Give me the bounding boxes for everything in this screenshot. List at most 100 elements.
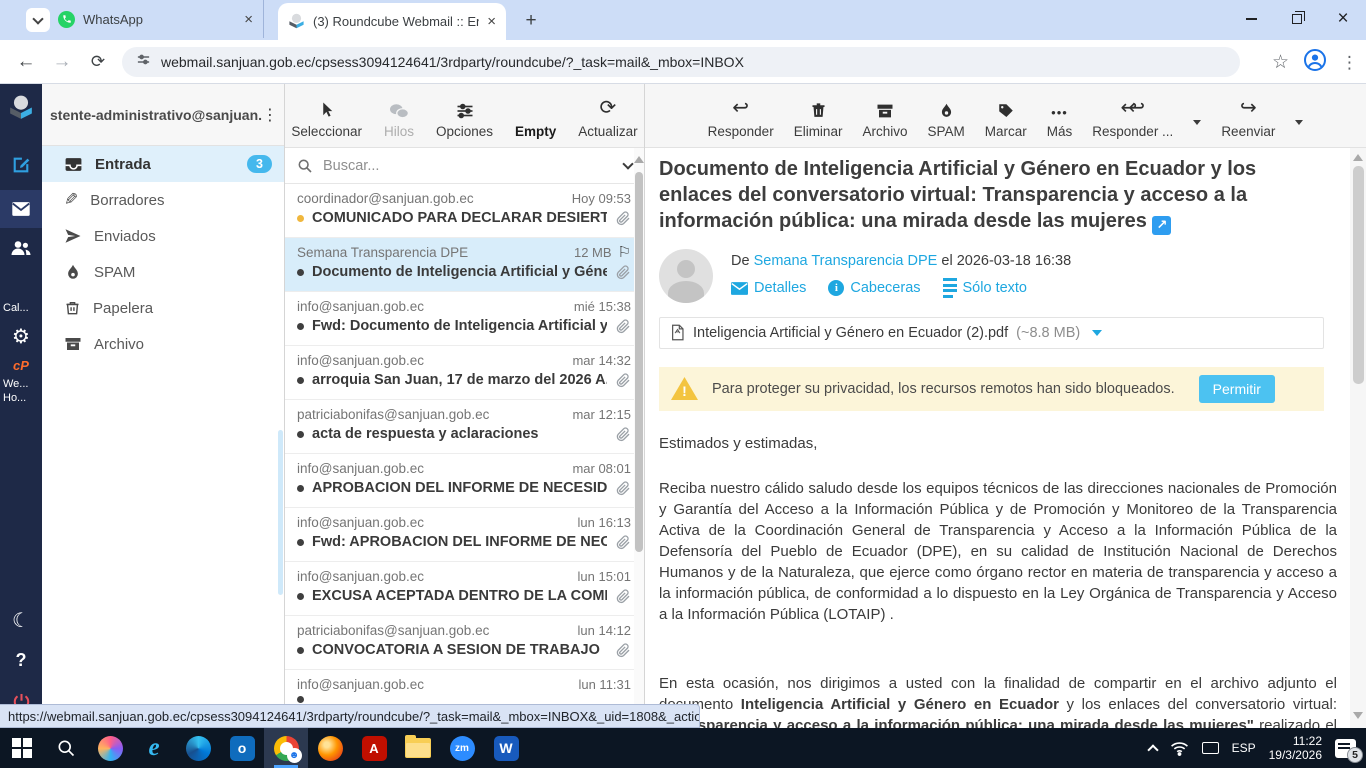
sidebar-item-inbox[interactable]: Entrada 3 <box>42 146 284 182</box>
sidebar-item-trash[interactable]: Papelera <box>42 290 284 326</box>
message-list-item[interactable]: coordinador@sanjuan.gob.ecHoy 09:53 COMU… <box>285 184 637 238</box>
threads-button[interactable]: Hilos <box>384 98 414 139</box>
cpanel-icon[interactable]: cP <box>0 358 42 373</box>
close-icon[interactable]: × <box>244 11 253 28</box>
plaintext-link[interactable]: Sólo texto <box>943 278 1028 298</box>
sender-link[interactable]: Semana Transparencia DPE <box>754 253 938 269</box>
taskbar-outlook-button[interactable]: o <box>220 728 264 768</box>
profile-avatar-icon[interactable] <box>1303 48 1327 77</box>
taskbar-explorer-button[interactable] <box>396 728 440 768</box>
headers-link[interactable]: i Cabeceras <box>828 280 920 296</box>
tray-expand-icon[interactable] <box>1147 744 1158 755</box>
folder-label: Borradores <box>90 192 164 209</box>
empty-button[interactable]: Empty <box>515 98 556 139</box>
sidebar-item-drafts[interactable]: ✎ Borradores <box>42 182 284 218</box>
scroll-down-icon[interactable] <box>1353 712 1363 719</box>
language-indicator[interactable]: ESP <box>1232 741 1256 755</box>
message-list-item[interactable]: info@sanjuan.gob.eclun 16:13 Fwd: APROBA… <box>285 508 637 562</box>
reload-button[interactable]: ⟳ <box>84 48 112 76</box>
archive-button[interactable]: Archivo <box>862 98 907 139</box>
tab-search-button[interactable] <box>26 8 50 32</box>
sliders-icon <box>455 98 475 120</box>
taskbar-search-button[interactable] <box>44 728 88 768</box>
calendar-nav-label[interactable]: Cal... <box>0 302 42 314</box>
attachment-paperclip-icon <box>615 264 631 280</box>
new-tab-button[interactable]: + <box>518 8 544 34</box>
delete-button[interactable]: Eliminar <box>794 98 843 139</box>
message-list-item[interactable]: info@sanjuan.gob.ecmar 08:01 APROBACION … <box>285 454 637 508</box>
webmail-home-label-line2[interactable]: Ho... <box>0 392 42 404</box>
reply-button[interactable]: ↩ Responder <box>708 98 774 139</box>
taskbar-word-button[interactable]: W <box>484 728 528 768</box>
site-settings-icon[interactable] <box>136 52 151 72</box>
message-list-item[interactable]: info@sanjuan.gob.ecmié 15:38 Fwd: Docume… <box>285 292 637 346</box>
close-icon[interactable]: × <box>487 13 496 30</box>
forward-dropdown-icon[interactable] <box>1295 120 1303 125</box>
message-list-item[interactable]: patriciabonifas@sanjuan.gob.ecmar 12:15 … <box>285 400 637 454</box>
notification-center-icon[interactable]: 5 <box>1335 739 1356 758</box>
start-button[interactable] <box>0 728 44 768</box>
minimize-button[interactable] <box>1228 0 1274 38</box>
body-paragraph: En esta ocasión, nos dirigimos a usted c… <box>659 673 1337 729</box>
attachment-bar[interactable]: Inteligencia Artificial y Género en Ecua… <box>659 317 1324 349</box>
search-input[interactable] <box>323 158 614 174</box>
compose-icon[interactable] <box>0 154 42 176</box>
forward-button[interactable]: → <box>48 48 76 76</box>
dark-mode-moon-icon[interactable]: ☾ <box>0 608 42 633</box>
scroll-up-icon[interactable] <box>634 156 644 163</box>
message-list-item-selected[interactable]: Semana Transparencia DPE12 MB⚐ Documento… <box>285 238 637 292</box>
close-window-button[interactable]: × <box>1320 0 1366 38</box>
more-button[interactable]: ••• Más <box>1047 98 1073 139</box>
tab-whatsapp[interactable]: WhatsApp × <box>48 0 264 38</box>
sidebar-item-sent[interactable]: Enviados <box>42 218 284 254</box>
attachment-name[interactable]: Inteligencia Artificial y Género en Ecua… <box>693 325 1008 341</box>
account-menu-icon[interactable]: ⋮ <box>262 105 278 125</box>
help-icon[interactable]: ? <box>0 650 42 671</box>
unread-dot <box>297 269 304 276</box>
search-options-chevron-icon[interactable] <box>622 158 633 169</box>
display-connect-icon[interactable] <box>1202 742 1219 754</box>
scroll-up-icon[interactable] <box>1353 154 1363 161</box>
taskbar-chrome-button[interactable] <box>264 728 308 768</box>
contacts-icon[interactable] <box>0 236 42 260</box>
refresh-button[interactable]: ⟳ Actualizar <box>578 98 637 139</box>
taskbar-zoom-button[interactable]: zm <box>440 728 484 768</box>
reply-all-button[interactable]: ↩↩ Responder ... <box>1092 98 1173 139</box>
bookmark-star-icon[interactable]: ☆ <box>1272 51 1289 74</box>
attachment-dropdown-icon[interactable] <box>1092 330 1102 336</box>
details-link[interactable]: Detalles <box>731 280 806 296</box>
allow-button[interactable]: Permitir <box>1199 375 1275 403</box>
sidebar-item-archive[interactable]: Archivo <box>42 326 284 362</box>
restore-button[interactable] <box>1274 0 1320 38</box>
message-list-item[interactable]: patriciabonifas@sanjuan.gob.eclun 14:12 … <box>285 616 637 670</box>
address-bar[interactable]: webmail.sanjuan.gob.ec/cpsess3094124641/… <box>122 47 1240 77</box>
message-list-item[interactable]: info@sanjuan.gob.ecmar 14:32 arroquia Sa… <box>285 346 637 400</box>
taskbar-acrobat-button[interactable]: A <box>352 728 396 768</box>
gear-icon[interactable]: ⚙ <box>0 324 42 349</box>
select-button[interactable]: Seleccionar <box>291 98 362 139</box>
taskbar-edge-button[interactable] <box>176 728 220 768</box>
privacy-warning-banner: Para proteger su privacidad, los recurso… <box>659 367 1324 411</box>
taskbar-copilot-button[interactable] <box>88 728 132 768</box>
list-scrollbar[interactable] <box>634 148 644 728</box>
webmail-home-label-line1[interactable]: We... <box>0 378 42 390</box>
options-button[interactable]: Opciones <box>436 98 493 139</box>
message-list-item[interactable]: info@sanjuan.gob.eclun 15:01 EXCUSA ACEP… <box>285 562 637 616</box>
taskbar-firefox-button[interactable] <box>308 728 352 768</box>
spam-button[interactable]: SPAM <box>927 98 964 139</box>
folder-scrollbar[interactable] <box>278 430 283 595</box>
mail-icon[interactable] <box>0 190 42 228</box>
tab-roundcube[interactable]: (3) Roundcube Webmail :: Entra × <box>278 3 506 40</box>
message-scroll-thumb[interactable] <box>1353 166 1364 384</box>
sidebar-item-spam[interactable]: SPAM <box>42 254 284 290</box>
taskbar-ie-button[interactable]: e <box>132 728 176 768</box>
mark-button[interactable]: Marcar <box>985 98 1027 139</box>
reply-all-dropdown-icon[interactable] <box>1193 120 1201 125</box>
external-link-icon[interactable]: ↗ <box>1152 216 1171 235</box>
wifi-icon[interactable] <box>1170 741 1189 756</box>
browser-menu-icon[interactable]: ⋮ <box>1341 53 1358 73</box>
clock[interactable]: 11:22 19/3/2026 <box>1269 734 1322 762</box>
back-button[interactable]: ← <box>12 48 40 76</box>
forward-button[interactable]: ↪ Reenviar <box>1221 98 1275 139</box>
list-scroll-thumb[interactable] <box>635 172 643 552</box>
